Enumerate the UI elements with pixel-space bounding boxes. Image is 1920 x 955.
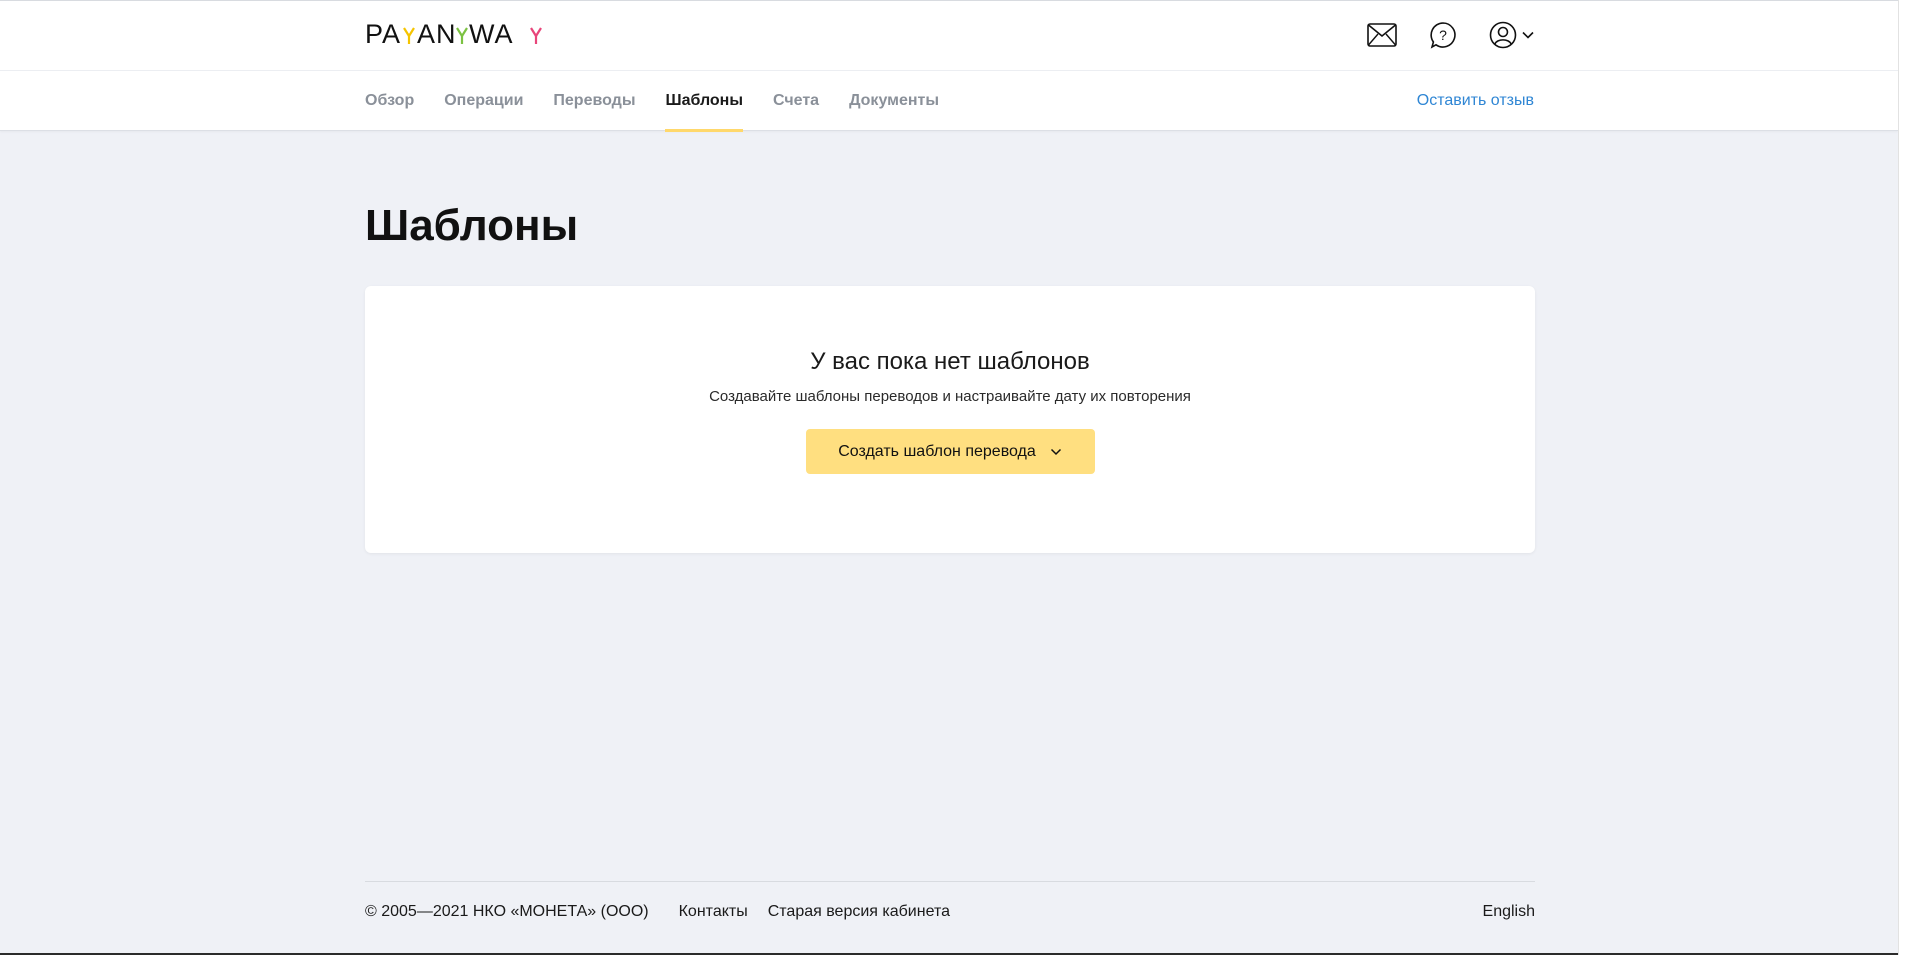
empty-state-card: У вас пока нет шаблонов Создавайте шабло…: [365, 286, 1535, 553]
scrollbar[interactable]: [1898, 0, 1920, 955]
chevron-down-icon: [1050, 448, 1061, 455]
logo-wordmark: PA AN WA: [365, 19, 542, 49]
page-viewport: PA AN WA ? Обзор Операции Переводы Шабло…: [0, 0, 1898, 953]
tab-overview[interactable]: Обзор: [365, 71, 414, 131]
svg-text:?: ?: [1439, 27, 1447, 43]
mail-icon[interactable]: [1367, 23, 1397, 47]
nav-tabs: Обзор Операции Переводы Шаблоны Счета До…: [365, 71, 939, 132]
svg-text:PA: PA: [365, 19, 401, 49]
tab-templates[interactable]: Шаблоны: [665, 71, 743, 132]
empty-state-subtitle: Создавайте шаблоны переводов и настраива…: [709, 388, 1191, 405]
footer: © 2005—2021 НКО «МОНЕТА» (ООО) Контакты …: [365, 881, 1535, 942]
page-title: Шаблоны: [365, 201, 579, 250]
user-menu-button[interactable]: [1489, 21, 1535, 49]
payanyway-logo[interactable]: PA AN WA: [365, 19, 561, 49]
main-nav: Обзор Операции Переводы Шаблоны Счета До…: [0, 71, 1898, 132]
tab-documents[interactable]: Документы: [849, 71, 939, 131]
tab-accounts[interactable]: Счета: [773, 71, 819, 131]
create-template-button-label: Создать шаблон перевода: [838, 442, 1036, 460]
help-icon[interactable]: ?: [1429, 21, 1457, 49]
footer-link-old-version[interactable]: Старая версия кабинета: [768, 903, 950, 921]
svg-text:AN: AN: [417, 19, 457, 49]
feedback-link[interactable]: Оставить отзыв: [1417, 71, 1534, 131]
tab-operations[interactable]: Операции: [444, 71, 523, 131]
svg-text:WA: WA: [469, 19, 514, 49]
tab-transfers[interactable]: Переводы: [553, 71, 635, 131]
language-switch[interactable]: English: [1483, 882, 1535, 942]
footer-row: © 2005—2021 НКО «МОНЕТА» (ООО) Контакты …: [365, 882, 1535, 942]
user-icon: [1489, 21, 1517, 49]
top-header: PA AN WA ?: [0, 1, 1898, 71]
chevron-down-icon: [1522, 31, 1534, 39]
header-actions: ?: [1367, 19, 1535, 51]
create-template-button[interactable]: Создать шаблон перевода: [805, 429, 1095, 474]
copyright: © 2005—2021 НКО «МОНЕТА» (ООО): [365, 903, 649, 920]
empty-state-title: У вас пока нет шаблонов: [810, 348, 1090, 375]
footer-link-contacts[interactable]: Контакты: [679, 903, 748, 921]
